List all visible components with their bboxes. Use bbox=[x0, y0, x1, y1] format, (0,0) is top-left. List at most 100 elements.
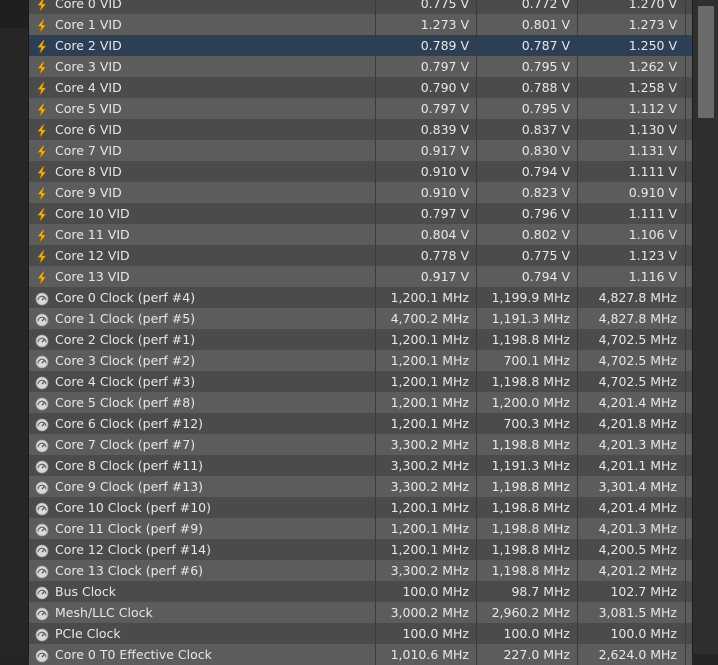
sensor-name-cell: Core 6 VID bbox=[29, 119, 376, 140]
sensor-name-cell: Core 12 VID bbox=[29, 245, 376, 266]
maximum-value-cell: 1.250 V bbox=[578, 35, 686, 56]
current-value-cell: 3,300.2 MHz bbox=[376, 455, 477, 476]
maximum-value-cell: 1.116 V bbox=[578, 266, 686, 287]
table-row[interactable]: Mesh/LLC Clock 3,000.2 MHz 2,960.2 MHz 3,08… bbox=[29, 602, 692, 623]
table-row[interactable]: Core 8 Clock (perf #11) 3,300.2 MHz 1,191.… bbox=[29, 455, 692, 476]
vertical-scrollbar[interactable] bbox=[692, 0, 718, 654]
sensor-name-cell: Core 7 VID bbox=[29, 140, 376, 161]
table-row[interactable]: Core 12 Clock (perf #14) 1,200.1 MHz 1,198… bbox=[29, 539, 692, 560]
minimum-value-cell: 700.3 MHz bbox=[477, 413, 578, 434]
maximum-value-cell: 4,201.2 MHz bbox=[578, 560, 686, 581]
sensor-name: Core 8 VID bbox=[55, 164, 122, 179]
table-row[interactable]: Core 8 VID 0.910 V 0.794 V 1.111 V bbox=[29, 161, 692, 182]
current-value-cell: 1,200.1 MHz bbox=[376, 371, 477, 392]
sensor-name-cell: Core 0 VID bbox=[29, 0, 376, 14]
table-row[interactable]: Core 5 Clock (perf #8) 1,200.1 MHz 1,200.0… bbox=[29, 392, 692, 413]
table-row[interactable]: Core 1 VID 1.273 V 0.801 V 1.273 V bbox=[29, 14, 692, 35]
maximum-value-cell: 2,624.0 MHz bbox=[578, 644, 686, 665]
maximum-value-cell: 4,827.8 MHz bbox=[578, 287, 686, 308]
table-row[interactable]: Core 10 VID 0.797 V 0.796 V 1.111 V bbox=[29, 203, 692, 224]
table-row[interactable]: Core 0 T0 Effective Clock 1,010.6 MHz 227.… bbox=[29, 644, 692, 665]
minimum-value-cell: 100.0 MHz bbox=[477, 623, 578, 644]
table-row[interactable]: Core 4 VID 0.790 V 0.788 V 1.258 V bbox=[29, 77, 692, 98]
current-value-cell: 0.790 V bbox=[376, 77, 477, 98]
sensor-name-cell: Core 6 Clock (perf #12) bbox=[29, 413, 376, 434]
table-row[interactable]: Core 6 Clock (perf #12) 1,200.1 MHz 700.3 … bbox=[29, 413, 692, 434]
lightning-bolt-icon bbox=[35, 270, 49, 285]
clock-gauge-icon bbox=[35, 396, 49, 410]
sensor-name-cell: Core 3 VID bbox=[29, 56, 376, 77]
lightning-bolt-icon bbox=[35, 249, 49, 264]
table-row[interactable]: Core 5 VID 0.797 V 0.795 V 1.112 V bbox=[29, 98, 692, 119]
lightning-bolt-icon bbox=[35, 144, 49, 159]
table-row[interactable]: Core 12 VID 0.778 V 0.775 V 1.123 V bbox=[29, 245, 692, 266]
sensor-name: PCIe Clock bbox=[55, 626, 121, 641]
maximum-value-cell: 1.106 V bbox=[578, 224, 686, 245]
current-value-cell: 0.804 V bbox=[376, 224, 477, 245]
table-row[interactable]: Core 0 VID 0.775 V 0.772 V 1.270 V bbox=[29, 0, 692, 14]
table-row[interactable]: Core 13 VID 0.917 V 0.794 V 1.116 V bbox=[29, 266, 692, 287]
lightning-bolt-icon bbox=[35, 165, 49, 180]
sensor-name: Bus Clock bbox=[55, 584, 116, 599]
minimum-value-cell: 1,198.8 MHz bbox=[477, 560, 578, 581]
table-row[interactable]: Core 9 VID 0.910 V 0.823 V 0.910 V bbox=[29, 182, 692, 203]
table-row[interactable]: Core 3 VID 0.797 V 0.795 V 1.262 V bbox=[29, 56, 692, 77]
sensor-name: Core 6 VID bbox=[55, 122, 122, 137]
minimum-value-cell: 227.0 MHz bbox=[477, 644, 578, 665]
table-row[interactable]: Core 3 Clock (perf #2) 1,200.1 MHz 700.1 M… bbox=[29, 350, 692, 371]
current-value-cell: 0.797 V bbox=[376, 98, 477, 119]
table-row[interactable]: Core 6 VID 0.839 V 0.837 V 1.130 V bbox=[29, 119, 692, 140]
current-value-cell: 1,200.1 MHz bbox=[376, 329, 477, 350]
sensor-name-cell: Core 1 VID bbox=[29, 14, 376, 35]
sensor-name-cell: Core 3 Clock (perf #2) bbox=[29, 350, 376, 371]
maximum-value-cell: 1.111 V bbox=[578, 203, 686, 224]
table-row[interactable]: Core 2 Clock (perf #1) 1,200.1 MHz 1,198.8… bbox=[29, 329, 692, 350]
lightning-bolt-icon bbox=[35, 39, 49, 54]
sensor-name: Core 4 VID bbox=[55, 80, 122, 95]
minimum-value-cell: 1,199.9 MHz bbox=[477, 287, 578, 308]
sensor-name-cell: Core 0 Clock (perf #4) bbox=[29, 287, 376, 308]
table-row[interactable]: Bus Clock 100.0 MHz 98.7 MHz 102.7 MHz bbox=[29, 581, 692, 602]
sensor-name: Core 2 Clock (perf #1) bbox=[55, 332, 196, 347]
table-row[interactable]: Core 0 Clock (perf #4) 1,200.1 MHz 1,199.9… bbox=[29, 287, 692, 308]
table-row[interactable]: Core 13 Clock (perf #6) 3,300.2 MHz 1,198.… bbox=[29, 560, 692, 581]
minimum-value-cell: 0.787 V bbox=[477, 35, 578, 56]
lightning-bolt-icon bbox=[35, 207, 49, 222]
sensor-name: Core 9 VID bbox=[55, 185, 122, 200]
lightning-bolt-icon bbox=[35, 18, 49, 33]
table-row[interactable]: Core 7 VID 0.917 V 0.830 V 1.131 V bbox=[29, 140, 692, 161]
current-value-cell: 0.797 V bbox=[376, 203, 477, 224]
lightning-bolt-icon bbox=[35, 123, 49, 138]
table-row[interactable]: Core 7 Clock (perf #7) 3,300.2 MHz 1,198.8… bbox=[29, 434, 692, 455]
current-value-cell: 1,200.1 MHz bbox=[376, 350, 477, 371]
sensor-name-cell: Core 9 VID bbox=[29, 182, 376, 203]
sensor-name: Core 12 VID bbox=[55, 248, 130, 263]
table-row[interactable]: Core 2 VID 0.789 V 0.787 V 1.250 V bbox=[29, 35, 692, 56]
clock-gauge-icon bbox=[35, 375, 49, 389]
maximum-value-cell: 4,827.8 MHz bbox=[578, 308, 686, 329]
sensor-name: Core 2 VID bbox=[55, 38, 122, 53]
minimum-value-cell: 0.801 V bbox=[477, 14, 578, 35]
scrollbar-thumb[interactable] bbox=[698, 6, 714, 118]
minimum-value-cell: 1,198.8 MHz bbox=[477, 434, 578, 455]
maximum-value-cell: 4,200.5 MHz bbox=[578, 539, 686, 560]
table-row[interactable]: Core 4 Clock (perf #3) 1,200.1 MHz 1,198.8… bbox=[29, 371, 692, 392]
clock-gauge-icon bbox=[35, 627, 49, 641]
table-row[interactable]: Core 11 Clock (perf #9) 1,200.1 MHz 1,198.… bbox=[29, 518, 692, 539]
maximum-value-cell: 4,702.5 MHz bbox=[578, 371, 686, 392]
minimum-value-cell: 1,200.0 MHz bbox=[477, 392, 578, 413]
table-row[interactable]: Core 11 VID 0.804 V 0.802 V 1.106 V bbox=[29, 224, 692, 245]
sensor-name-cell: Core 2 Clock (perf #1) bbox=[29, 329, 376, 350]
minimum-value-cell: 0.775 V bbox=[477, 245, 578, 266]
sensor-name-cell: Core 13 VID bbox=[29, 266, 376, 287]
maximum-value-cell: 1.111 V bbox=[578, 161, 686, 182]
table-row[interactable]: PCIe Clock 100.0 MHz 100.0 MHz 100.0 MHz bbox=[29, 623, 692, 644]
table-row[interactable]: Core 10 Clock (perf #10) 1,200.1 MHz 1,198… bbox=[29, 497, 692, 518]
sensor-name: Core 0 T0 Effective Clock bbox=[55, 647, 212, 662]
table-row[interactable]: Core 9 Clock (perf #13) 3,300.2 MHz 1,198.… bbox=[29, 476, 692, 497]
lightning-bolt-icon bbox=[35, 102, 49, 117]
clock-gauge-icon bbox=[35, 354, 49, 368]
sensor-name: Core 7 VID bbox=[55, 143, 122, 158]
table-row[interactable]: Core 1 Clock (perf #5) 4,700.2 MHz 1,191.3… bbox=[29, 308, 692, 329]
minimum-value-cell: 0.823 V bbox=[477, 182, 578, 203]
